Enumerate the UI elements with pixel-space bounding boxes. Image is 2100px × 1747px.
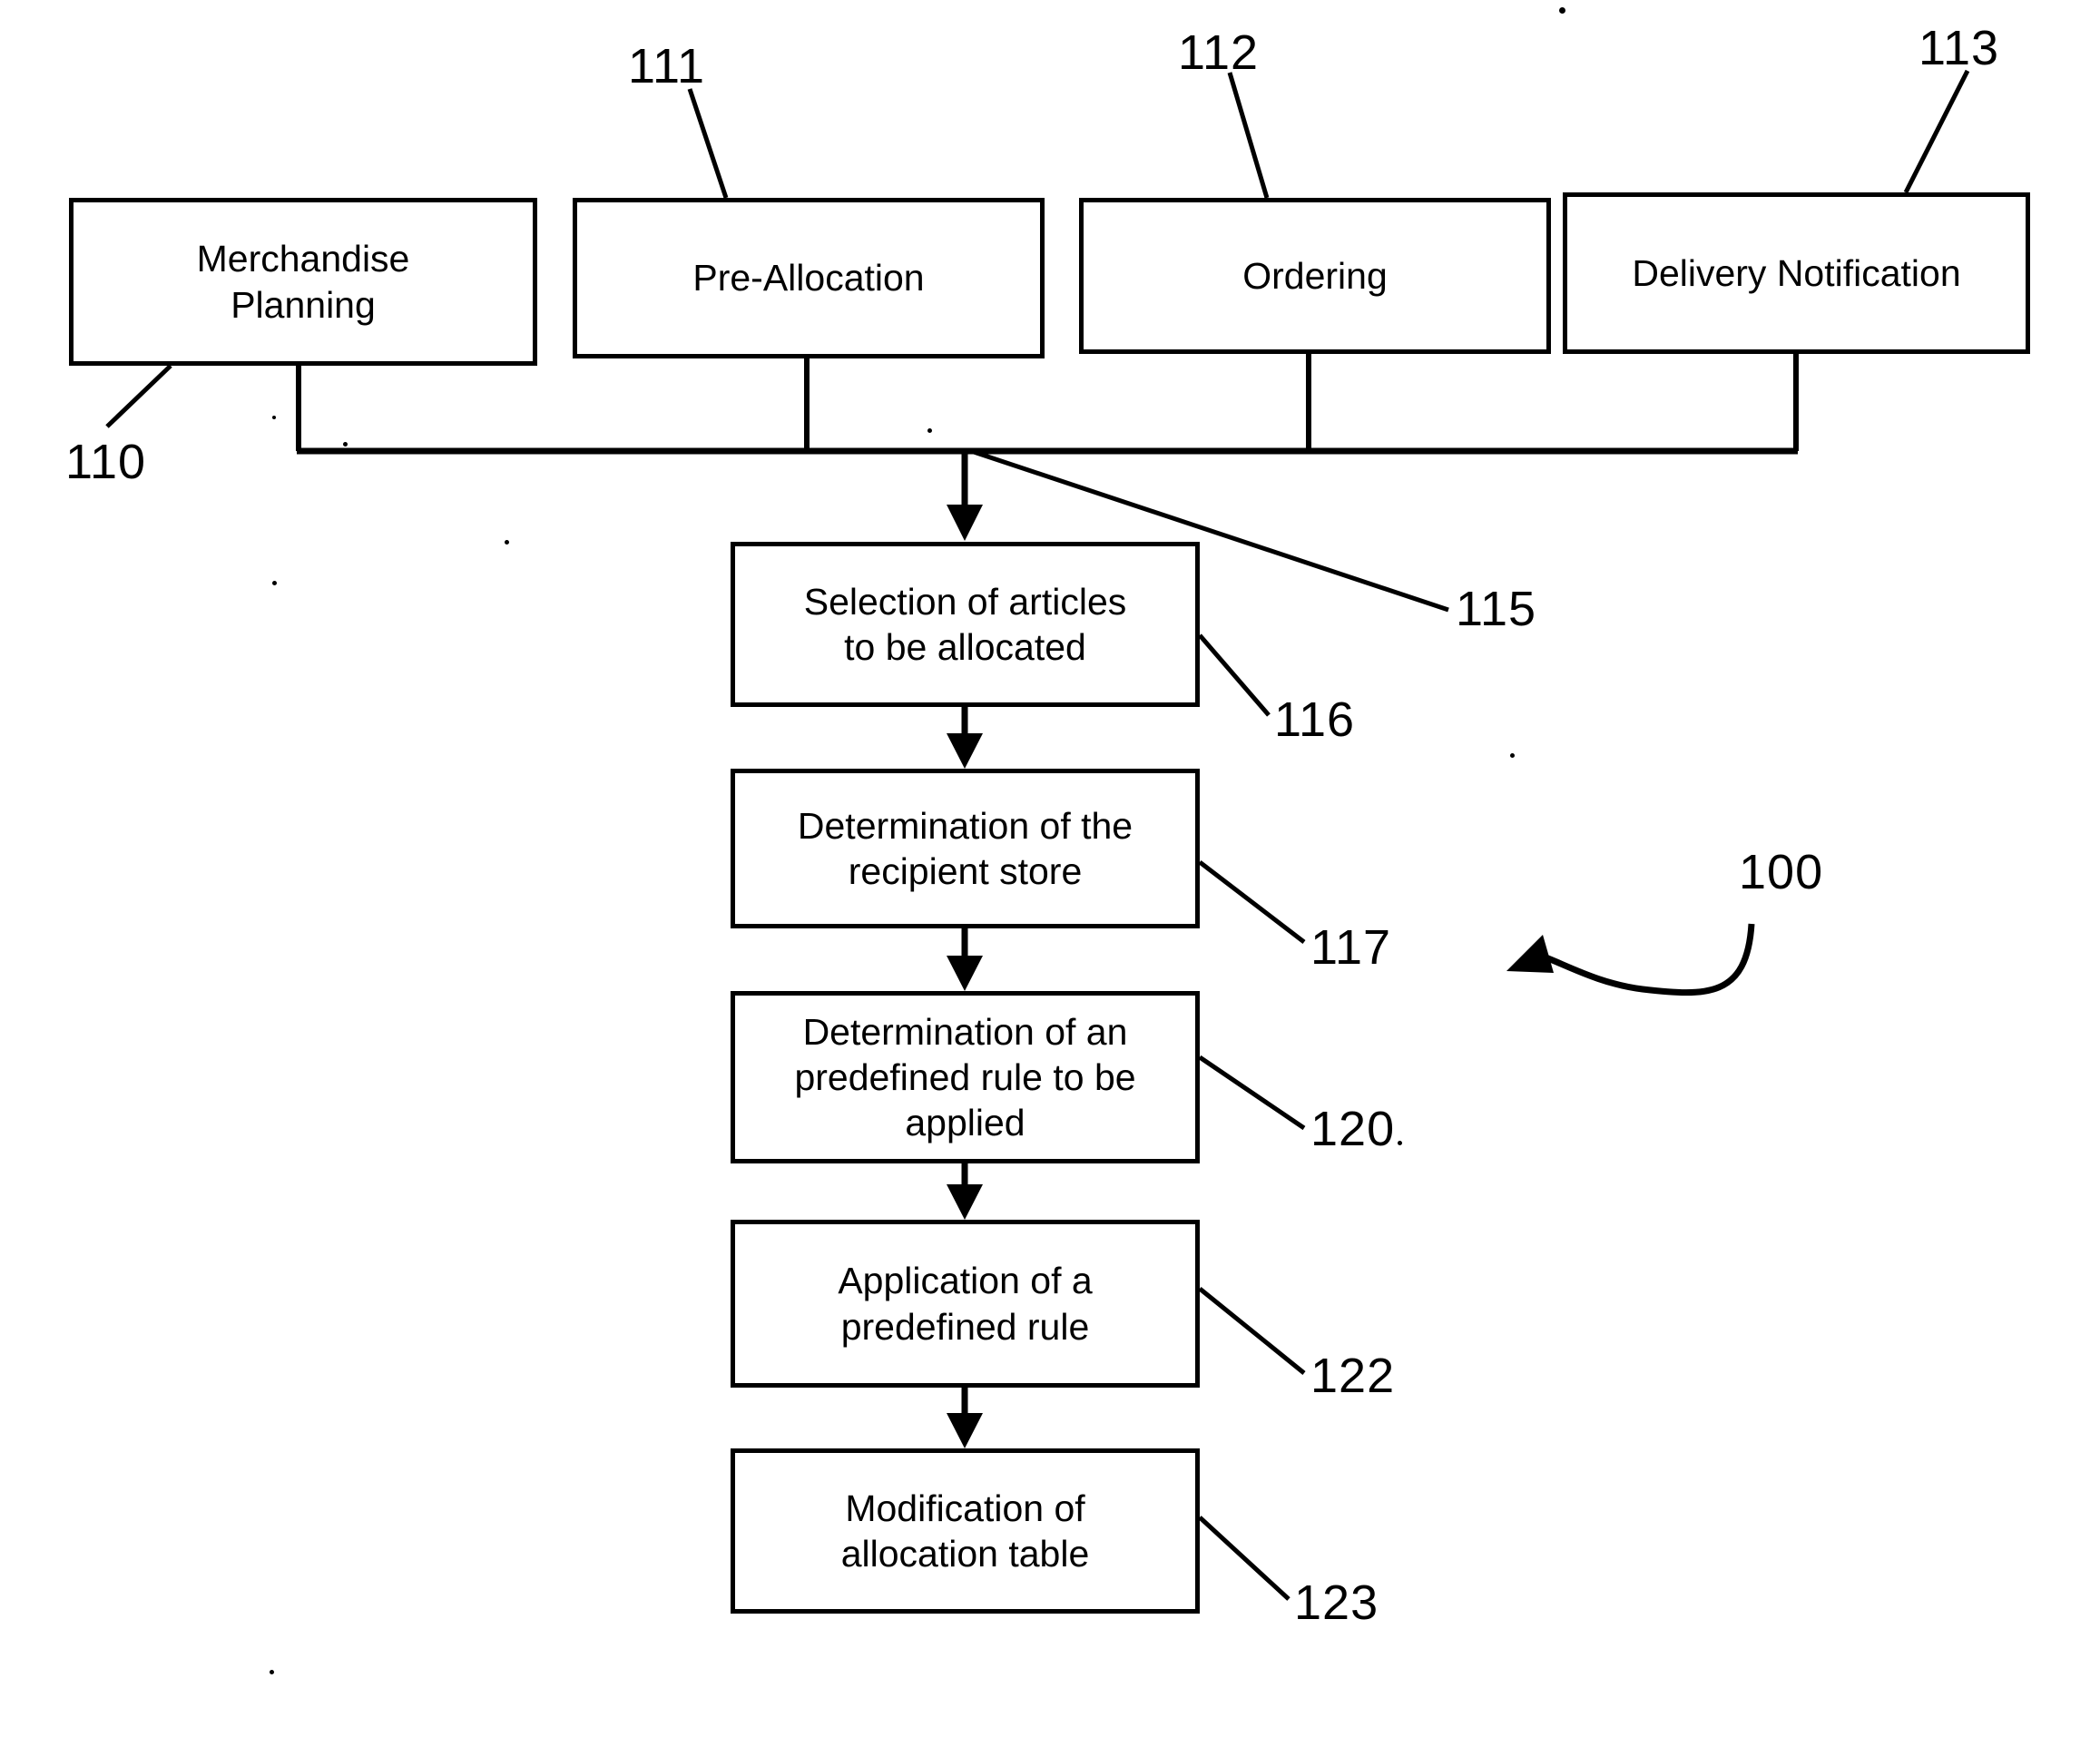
box-determination-predefined-rule[interactable]: Determination of an predefined rule to b… bbox=[731, 991, 1200, 1163]
box-application-predefined-rule-label: Application of a predefined rule bbox=[838, 1260, 1093, 1348]
leader-line-110 bbox=[105, 364, 172, 428]
box-pre-allocation-label: Pre-Allocation bbox=[692, 257, 925, 299]
reference-numeral-115: 115 bbox=[1456, 582, 1537, 636]
patent-figure: Merchandise Planning Pre-Allocation Orde… bbox=[0, 0, 2100, 1747]
reference-numeral-112: 112 bbox=[1178, 25, 1260, 80]
box-ordering-label: Ordering bbox=[1242, 254, 1388, 297]
box-merchandise-planning-label: Merchandise Planning bbox=[196, 238, 410, 326]
leader-line-113 bbox=[1903, 69, 1970, 194]
leader-line-116 bbox=[1198, 633, 1271, 717]
reference-numeral-120: 120 bbox=[1310, 1102, 1396, 1156]
reference-numeral-123: 123 bbox=[1294, 1575, 1379, 1630]
reference-numeral-122: 122 bbox=[1310, 1349, 1396, 1403]
box-ordering[interactable]: Ordering bbox=[1079, 198, 1551, 354]
scan-speckle bbox=[505, 540, 509, 545]
reference-numeral-116: 116 bbox=[1274, 692, 1356, 747]
box-determination-predefined-rule-label: Determination of an predefined rule to b… bbox=[794, 1010, 1136, 1143]
scan-speckle bbox=[270, 1670, 274, 1674]
box-selection-of-articles[interactable]: Selection of articles to be allocated bbox=[731, 542, 1200, 707]
box-pre-allocation[interactable]: Pre-Allocation bbox=[573, 198, 1045, 358]
arrowhead-bus-to-selection bbox=[947, 505, 983, 541]
box-delivery-notification[interactable]: Delivery Notification bbox=[1563, 192, 2030, 354]
scan-speckle bbox=[272, 416, 276, 419]
box-modification-allocation-table-label: Modification of allocation table bbox=[840, 1487, 1090, 1575]
leader-line-111 bbox=[687, 88, 729, 199]
box-determination-recipient-store[interactable]: Determination of the recipient store bbox=[731, 769, 1200, 928]
callout-arrowhead-100 bbox=[1506, 935, 1554, 973]
scan-speckle bbox=[1398, 1141, 1402, 1145]
box-selection-of-articles-label: Selection of articles to be allocated bbox=[803, 580, 1127, 668]
scan-speckle bbox=[1559, 7, 1565, 14]
callout-curve-100 bbox=[1536, 923, 1755, 996]
reference-numeral-117: 117 bbox=[1310, 920, 1392, 975]
box-determination-recipient-store-label: Determination of the recipient store bbox=[797, 804, 1133, 892]
reference-numeral-100: 100 bbox=[1739, 845, 1824, 899]
box-merchandise-planning[interactable]: Merchandise Planning bbox=[69, 198, 537, 366]
reference-numeral-113: 113 bbox=[1918, 21, 2000, 75]
scan-speckle bbox=[927, 428, 932, 433]
box-modification-allocation-table[interactable]: Modification of allocation table bbox=[731, 1448, 1200, 1614]
box-delivery-notification-label: Delivery Notification bbox=[1632, 251, 1961, 294]
arrowhead-store-to-rule bbox=[947, 956, 983, 991]
arrowhead-selection-to-store bbox=[947, 733, 983, 769]
scan-speckle bbox=[272, 581, 277, 585]
leader-line-117 bbox=[1198, 860, 1306, 944]
leader-line-120 bbox=[1198, 1055, 1306, 1131]
leader-line-122 bbox=[1198, 1287, 1306, 1375]
box-application-predefined-rule[interactable]: Application of a predefined rule bbox=[731, 1220, 1200, 1388]
scan-speckle bbox=[1510, 753, 1515, 758]
reference-numeral-111: 111 bbox=[628, 39, 706, 93]
leader-line-112 bbox=[1227, 72, 1270, 199]
reference-numeral-110: 110 bbox=[65, 435, 147, 489]
arrowhead-rule-to-application bbox=[947, 1184, 983, 1220]
scan-speckle bbox=[343, 442, 348, 447]
arrowhead-application-to-modification bbox=[947, 1413, 983, 1448]
leader-line-123 bbox=[1198, 1516, 1290, 1601]
